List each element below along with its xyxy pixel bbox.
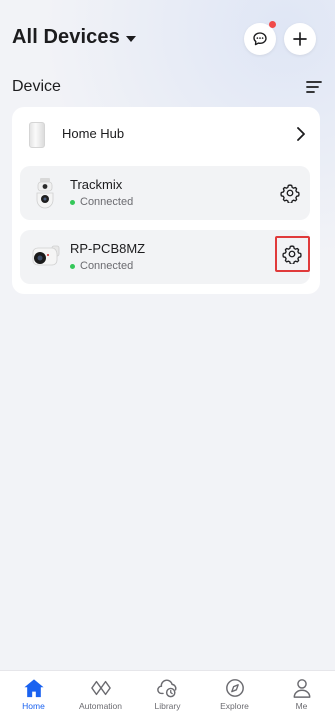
tab-explore[interactable]: Explore — [201, 671, 268, 711]
ptz-camera-icon — [36, 178, 54, 209]
tab-label: Explore — [220, 701, 249, 711]
tab-label: Home — [22, 701, 45, 711]
notification-dot — [269, 21, 276, 28]
device-status-label: Connected — [80, 196, 134, 208]
tab-home[interactable]: Home — [0, 671, 67, 711]
device-status: Connected — [70, 260, 133, 272]
device-name: RP-PCB8MZ — [70, 241, 146, 256]
automation-icon — [90, 680, 111, 696]
cloud-library-icon — [156, 679, 177, 698]
status-online-dot — [70, 263, 75, 269]
bullet-camera-icon — [32, 245, 60, 266]
tab-label: Me — [295, 701, 308, 711]
device-list-card: Home Hub Trackmix Connected RP-PCB8MZ Co… — [12, 107, 320, 294]
tab-label: Library — [154, 701, 181, 711]
caret-down-icon — [125, 35, 136, 42]
home-hub-icon — [29, 122, 45, 148]
device-row-trackmix[interactable]: Trackmix Connected — [20, 166, 310, 220]
chat-bubble-icon — [253, 32, 267, 46]
settings-button-highlight[interactable] — [275, 236, 310, 272]
settings-gear-icon[interactable] — [280, 183, 300, 203]
settings-gear-icon[interactable] — [282, 244, 302, 264]
tab-me[interactable]: Me — [268, 671, 335, 711]
messages-button[interactable] — [244, 21, 276, 55]
section-title: Device — [12, 78, 61, 95]
tab-library[interactable]: Library — [134, 671, 201, 711]
person-icon — [293, 679, 310, 698]
device-name: Trackmix — [70, 177, 123, 192]
device-status: Connected — [70, 196, 133, 208]
home-hub-row[interactable]: Home Hub — [12, 107, 320, 161]
compass-icon — [225, 679, 244, 697]
chevron-right-icon — [297, 127, 305, 141]
header: All Devices — [0, 0, 335, 76]
device-scope-dropdown[interactable]: All Devices — [12, 26, 136, 49]
tab-automation[interactable]: Automation — [67, 671, 134, 711]
tab-label: Automation — [79, 701, 122, 711]
device-status-label: Connected — [80, 260, 134, 272]
add-device-button[interactable] — [284, 23, 316, 55]
home-hub-label: Home Hub — [62, 126, 125, 141]
status-online-dot — [70, 199, 75, 205]
sort-lines-icon[interactable] — [305, 79, 323, 95]
page-title: All Devices — [12, 26, 120, 48]
device-row-rp-pcb8mz[interactable]: RP-PCB8MZ Connected — [20, 230, 310, 284]
bottom-tab-bar: Home Automation Library Explore Me — [0, 670, 335, 722]
home-icon — [23, 679, 44, 698]
device-section-header: Device — [12, 76, 323, 98]
plus-icon — [293, 32, 307, 46]
